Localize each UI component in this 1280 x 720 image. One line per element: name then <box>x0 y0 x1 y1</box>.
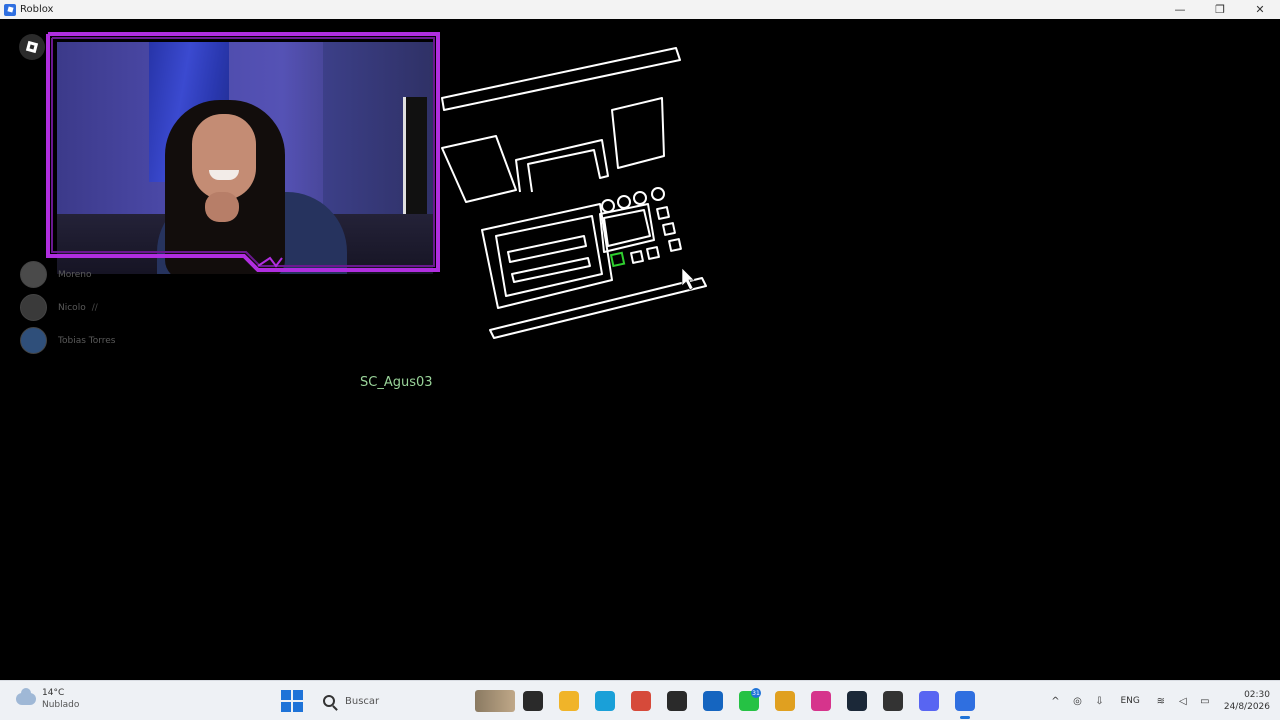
roblox-menu-button[interactable] <box>19 34 45 60</box>
notification-badge: 31 <box>751 688 761 698</box>
taskbar-app-task-view[interactable] <box>515 687 551 715</box>
player-name: Moreno <box>58 269 92 280</box>
player-mark: // <box>91 302 98 313</box>
taskbar-search[interactable]: Buscar <box>315 687 515 715</box>
weather-temperature: 14°C <box>42 688 65 698</box>
clock-time: 02:30 <box>1244 690 1270 700</box>
search-icon <box>323 695 335 707</box>
instagram-icon <box>811 691 831 711</box>
edge-icon <box>595 691 615 711</box>
game-wireframe-scene <box>441 47 707 339</box>
window-controls: — ❐ ✕ <box>1160 0 1280 19</box>
windows-start-icon[interactable] <box>281 690 303 712</box>
avatar <box>20 261 47 288</box>
download-icon[interactable]: ⇩ <box>1088 690 1110 712</box>
taskbar-app-chrome[interactable] <box>767 687 803 715</box>
player-name: Nicolo <box>58 302 86 313</box>
maximize-button[interactable]: ❐ <box>1200 0 1240 19</box>
close-button[interactable]: ✕ <box>1240 0 1280 19</box>
roblox-logo-icon <box>25 40 39 54</box>
avatar <box>20 294 47 321</box>
taskbar-app-roblox[interactable] <box>947 687 983 719</box>
volume-icon[interactable]: ◁ <box>1172 690 1194 712</box>
webcam-frame-border <box>46 32 440 272</box>
window-title: Roblox <box>20 4 54 15</box>
search-highlight-image <box>475 690 515 712</box>
cursor-icon <box>681 267 695 291</box>
taskbar-app-outlook[interactable] <box>695 687 731 715</box>
weather-condition: Nublado <box>42 700 80 710</box>
player-list-item[interactable]: Moreno <box>20 258 220 291</box>
roblox-icon <box>955 691 975 711</box>
taskbar-app-discord[interactable] <box>911 687 947 715</box>
chrome-icon <box>775 691 795 711</box>
roblox-app-icon <box>4 3 16 16</box>
taskbar-app-instagram[interactable] <box>803 687 839 715</box>
window-titlebar: Roblox — ❐ ✕ <box>0 0 1280 19</box>
taskbar-app-epic-games[interactable] <box>659 687 695 715</box>
clock-date: 24/8/2026 <box>1223 702 1270 712</box>
player-list-item[interactable]: Nicolo // <box>20 291 220 324</box>
taskbar-apps: 31 <box>515 687 983 719</box>
taskbar-app-steam[interactable] <box>839 687 875 715</box>
taskbar-center: Buscar 31 <box>281 687 983 719</box>
discord-icon <box>919 691 939 711</box>
windows-taskbar: 14°C Nublado Buscar 31 ^ ◎ ⇩ ENG ≋ ◁ ▭ 0… <box>0 680 1280 720</box>
steam-icon <box>847 691 867 711</box>
minimize-button[interactable]: — <box>1160 0 1200 19</box>
system-tray: ^ ◎ ⇩ ENG ≋ ◁ ▭ 02:30 24/8/2026 <box>1044 687 1270 715</box>
epic-games-icon <box>667 691 687 711</box>
highlighted-button[interactable] <box>609 251 626 268</box>
language-indicator[interactable]: ENG <box>1120 696 1139 706</box>
battery-icon[interactable]: ▭ <box>1194 690 1216 712</box>
player-name: Tobias Torres <box>58 335 116 346</box>
player-username-label: SC_Agus03 <box>360 375 433 390</box>
file-explorer-icon <box>559 691 579 711</box>
webcam-overlay <box>44 30 442 274</box>
task-view-icon <box>523 691 543 711</box>
taskbar-app-whatsapp[interactable]: 31 <box>731 687 767 715</box>
player-list: Moreno Nicolo // Tobias Torres <box>20 258 220 357</box>
cloud-icon <box>16 688 36 705</box>
tray-chevron-icon[interactable]: ^ <box>1044 690 1066 712</box>
taskbar-app-file-explorer[interactable] <box>551 687 587 715</box>
taskbar-app-roblox-studio[interactable] <box>875 687 911 715</box>
weather-widget[interactable]: 14°C Nublado <box>16 687 79 711</box>
chrome-profile-icon <box>631 691 651 711</box>
network-monitor-icon[interactable]: ◎ <box>1066 690 1088 712</box>
player-list-item[interactable]: Tobias Torres <box>20 324 220 357</box>
wifi-icon[interactable]: ≋ <box>1150 690 1172 712</box>
taskbar-app-chrome-profile[interactable] <box>623 687 659 715</box>
search-placeholder: Buscar <box>345 695 380 707</box>
avatar <box>20 327 47 354</box>
roblox-studio-icon <box>883 691 903 711</box>
taskbar-clock[interactable]: 02:30 24/8/2026 <box>1224 689 1270 713</box>
outlook-icon <box>703 691 723 711</box>
taskbar-app-edge[interactable] <box>587 687 623 715</box>
